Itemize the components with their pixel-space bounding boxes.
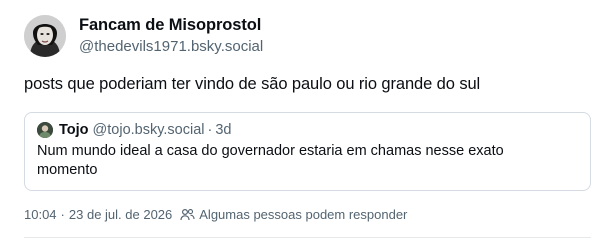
post-meta: 10:04 · 23 de jul. de 2026 Algumas pesso… (24, 207, 407, 222)
author-display-name[interactable]: Fancam de Misoprostol (79, 15, 263, 36)
author-avatar[interactable] (24, 15, 66, 57)
quoted-separator: · (207, 122, 213, 138)
divider (24, 237, 591, 238)
quoted-author-name[interactable]: Tojo (59, 122, 89, 138)
meta-separator: · (60, 207, 65, 222)
post-header: Fancam de Misoprostol @thedevils1971.bsk… (24, 15, 263, 57)
quoted-post[interactable]: Tojo @tojo.bsky.social · 3d Num mundo id… (24, 112, 591, 191)
post: Fancam de Misoprostol @thedevils1971.bsk… (0, 0, 611, 242)
quoted-post-header: Tojo @tojo.bsky.social · 3d (37, 121, 578, 139)
people-icon (180, 208, 195, 221)
quoted-author-handle[interactable]: @tojo.bsky.social (93, 122, 205, 138)
quoted-post-time: 3d (215, 122, 232, 138)
author-info: Fancam de Misoprostol @thedevils1971.bsk… (79, 15, 263, 57)
reply-setting[interactable]: Algumas pessoas podem responder (199, 207, 407, 222)
post-date: 23 de jul. de 2026 (68, 207, 173, 222)
quoted-post-text: Num mundo ideal a casa do governador est… (37, 143, 504, 178)
quoted-author-avatar (37, 122, 53, 138)
post-time: 10:04 (24, 207, 57, 222)
author-handle[interactable]: @thedevils1971.bsky.social (79, 37, 263, 57)
post-text: posts que poderiam ter vindo de são paul… (24, 75, 481, 93)
